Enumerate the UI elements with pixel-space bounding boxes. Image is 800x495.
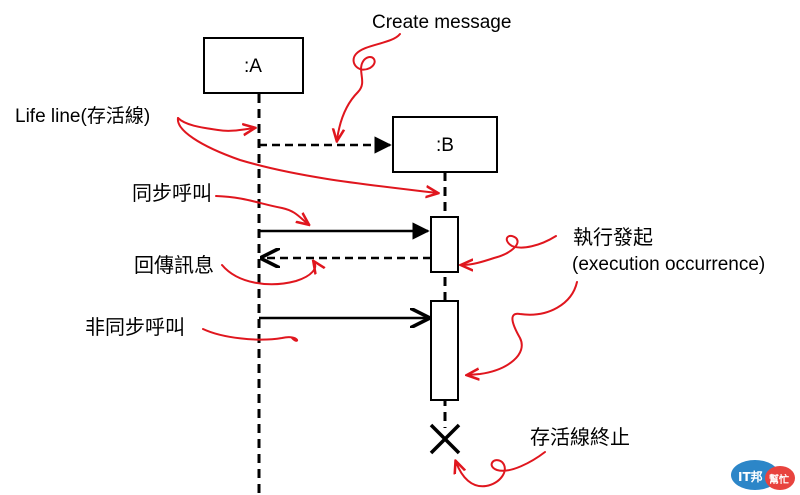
- red-arrow-execution-1: [462, 234, 557, 265]
- logo-text-sub: 幫忙: [769, 473, 789, 486]
- label-execution-occurrence-en: (execution occurrence): [572, 254, 765, 275]
- red-arrow-lifeline-a: [177, 117, 254, 131]
- label-async-call: 非同步呼叫: [85, 315, 185, 339]
- red-arrow-execution-2: [468, 281, 578, 375]
- logo-text-main: IT邦: [738, 469, 763, 484]
- object-a-label: :A: [244, 56, 262, 77]
- label-lifeline-end: 存活線終止: [530, 425, 630, 449]
- object-b-label: :B: [436, 135, 454, 156]
- red-annotation-arrows: [176, 33, 578, 488]
- red-arrow-return-message: [221, 262, 315, 286]
- label-sync-call: 同步呼叫: [132, 181, 212, 205]
- label-execution-occurrence-cn: 執行發起: [573, 225, 653, 249]
- activation-bar-1: [430, 216, 459, 273]
- label-return-message: 回傳訊息: [134, 253, 214, 277]
- object-a: :A: [203, 37, 304, 94]
- red-arrow-sync-call: [215, 195, 308, 224]
- label-lifeline: Life line(存活線): [15, 105, 150, 127]
- red-arrow-async-call: [202, 328, 299, 342]
- label-create-message: Create message: [372, 12, 511, 33]
- sequence-diagram: :A :B Create message Life line(存活線) 同步呼叫…: [15, 12, 795, 495]
- red-arrow-lifeline-end: [456, 451, 546, 488]
- activation-bar-2: [430, 300, 459, 401]
- site-logo: IT邦 幫忙: [731, 460, 795, 490]
- red-arrow-create-message: [337, 33, 401, 140]
- object-b: :B: [392, 116, 498, 173]
- lifeline-termination-x: [429, 423, 461, 455]
